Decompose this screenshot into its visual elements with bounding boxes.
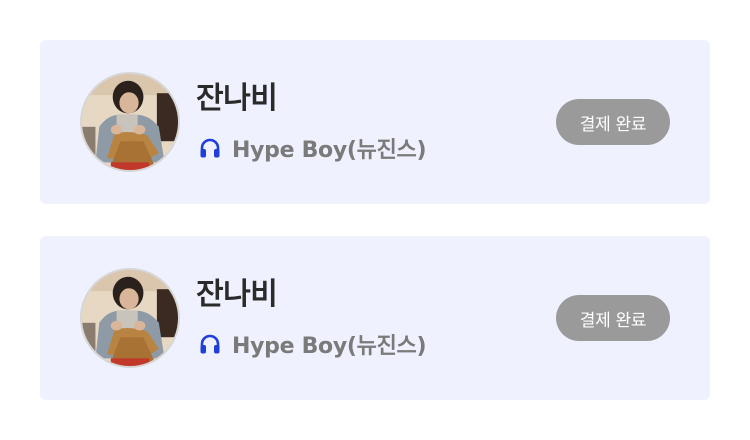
song-info: Hype Boy(뉴진스) (198, 133, 427, 163)
avatar (80, 72, 180, 172)
card-title: 잔나비 (196, 81, 278, 116)
request-list: 잔나비 Hype Boy(뉴진스) 결제 완료 잔나비 Hype Boy(뉴진스… (0, 0, 750, 440)
card-title: 잔나비 (196, 277, 278, 312)
payment-status-button[interactable]: 결제 완료 (556, 99, 670, 145)
song-title: Hype Boy(뉴진스) (232, 138, 427, 163)
song-title: Hype Boy(뉴진스) (232, 334, 427, 359)
request-card[interactable]: 잔나비 Hype Boy(뉴진스) 결제 완료 (40, 236, 710, 400)
avatar (80, 268, 180, 368)
request-card[interactable]: 잔나비 Hype Boy(뉴진스) 결제 완료 (40, 40, 710, 204)
headphones-icon (198, 136, 222, 160)
payment-status-button[interactable]: 결제 완료 (556, 295, 670, 341)
headphones-icon (198, 332, 222, 356)
song-info: Hype Boy(뉴진스) (198, 329, 427, 359)
